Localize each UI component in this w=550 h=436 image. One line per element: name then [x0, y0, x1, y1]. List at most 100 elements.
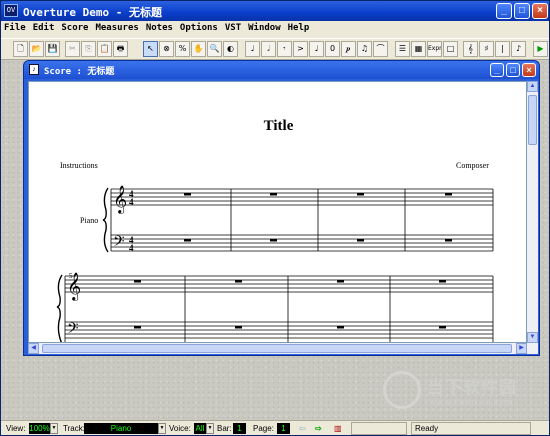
back-arrow-icon[interactable]: ⇦: [299, 424, 306, 433]
arrow-select-icon[interactable]: ↖: [143, 41, 158, 57]
quarter-rest-icon[interactable]: ♩: [309, 41, 324, 57]
score-close-button[interactable]: ×: [522, 63, 536, 77]
scroll-up-icon[interactable]: ▲: [527, 81, 538, 92]
grand-staff-brace: [102, 187, 109, 253]
menu-file[interactable]: File: [1, 21, 30, 33]
system1-barlines: [110, 189, 494, 251]
time-signature: 44 44: [129, 189, 134, 253]
box-icon[interactable]: □: [443, 41, 458, 57]
forward-arrow-icon[interactable]: ⇨: [315, 424, 322, 433]
scroll-down-icon[interactable]: ▼: [527, 332, 538, 343]
close-button[interactable]: ×: [532, 3, 548, 19]
percent-icon[interactable]: %: [175, 41, 190, 57]
bar-label: Bar:: [217, 424, 232, 433]
score-maximize-button[interactable]: □: [506, 63, 520, 77]
circle-x-icon[interactable]: ⊗: [159, 41, 174, 57]
speaker-icon[interactable]: ◐: [223, 41, 238, 57]
toolbar: 🗋 📂 💾 ✂ ⎘ 📋 🖶 ↖ ⊗ % ✋ 🔍 ◐ ♩ 𝅗𝅥 𝄾 > ♩ 0 𝆏…: [1, 38, 549, 60]
save-disk-icon[interactable]: 💾: [45, 41, 60, 57]
menu-options[interactable]: Options: [177, 21, 222, 33]
page-label: Page:: [253, 424, 274, 433]
beamed-notes-icon[interactable]: ♫: [357, 41, 372, 57]
voice-dropdown-icon[interactable]: ▼: [206, 423, 214, 434]
whole-rests-system2: [134, 280, 446, 329]
menu-measures[interactable]: Measures: [92, 21, 142, 33]
dynamics-p-icon[interactable]: 𝆏: [341, 41, 356, 57]
watermark: 当下软件园 www.downxia.com: [383, 371, 533, 415]
staff-notation[interactable]: 𝄞 𝄢 44 44 𝄞 𝄢: [29, 82, 527, 343]
score-window-title: Score : 无标题: [44, 67, 115, 77]
status-bar: View: 100% ▼ Track: Piano ▼ Voice: All ▼…: [1, 420, 549, 435]
treble-clef-icon: 𝄞: [67, 272, 81, 301]
score-minimize-button[interactable]: _: [490, 63, 504, 77]
page-field[interactable]: 1: [277, 423, 290, 434]
menu-bar: File Edit Score Measures Notes Options VST Wind…: [1, 21, 549, 38]
maximize-button[interactable]: □: [514, 3, 530, 19]
bar-field[interactable]: 1: [233, 423, 246, 434]
menu-help[interactable]: Help: [285, 21, 314, 33]
vertical-scrollbar[interactable]: ▲ ▼: [527, 81, 538, 343]
staff-lines-icon[interactable]: ☰: [395, 41, 410, 57]
system2-barlines: [64, 276, 494, 342]
watermark-logo-icon: [383, 371, 421, 409]
score-page[interactable]: Title Instructions Composer Piano 5 𝄞 𝄢 …: [28, 81, 527, 343]
treble-staff: [111, 188, 493, 206]
eighth-rest-icon[interactable]: 𝄾: [277, 41, 292, 57]
view-dropdown-icon[interactable]: ▼: [50, 423, 58, 434]
zoom-magnifier-icon[interactable]: 🔍: [207, 41, 222, 57]
menu-edit[interactable]: Edit: [30, 21, 59, 33]
bass-clef-icon: 𝄢: [67, 320, 79, 341]
title-bar[interactable]: OV Overture Demo - 无标题 _ □ ×: [1, 1, 549, 21]
cut-icon[interactable]: ✂: [65, 41, 80, 57]
keyboard-icon[interactable]: ▥: [334, 424, 342, 433]
play-icon[interactable]: ▶: [533, 41, 548, 57]
quarter-note-icon[interactable]: ♩: [245, 41, 260, 57]
svg-text:4: 4: [129, 243, 134, 253]
sharp-flat-icon[interactable]: ♯: [479, 41, 494, 57]
view-zoom-field[interactable]: 100%: [29, 423, 50, 434]
treble-clef-icon: 𝄞: [113, 185, 127, 214]
minimize-button[interactable]: _: [496, 3, 512, 19]
hand-icon[interactable]: ✋: [191, 41, 206, 57]
view-label: View:: [6, 424, 26, 433]
zero-icon[interactable]: 0: [325, 41, 340, 57]
treble-clef-icon[interactable]: 𝄞: [463, 41, 478, 57]
app-icon[interactable]: OV: [4, 4, 18, 17]
menu-notes[interactable]: Notes: [143, 21, 177, 33]
print-icon[interactable]: 🖶: [113, 41, 128, 57]
expression-icon[interactable]: Expr: [427, 41, 442, 57]
scroll-left-icon[interactable]: ◀: [28, 343, 39, 354]
svg-text:4: 4: [129, 197, 134, 207]
open-folder-icon[interactable]: 📂: [29, 41, 44, 57]
half-note-icon[interactable]: 𝅗𝅥: [261, 41, 276, 57]
menu-window[interactable]: Window: [245, 21, 285, 33]
vertical-scroll-thumb[interactable]: [528, 95, 537, 145]
barline-icon[interactable]: |: [495, 41, 510, 57]
horizontal-scrollbar[interactable]: ◀ ▶: [28, 343, 538, 354]
accent-icon[interactable]: >: [293, 41, 308, 57]
horizontal-scroll-thumb[interactable]: [42, 344, 512, 353]
scroll-right-icon[interactable]: ▶: [516, 343, 527, 354]
bass-clef-icon: 𝄢: [113, 233, 125, 254]
score-document-icon[interactable]: ♪: [29, 64, 39, 75]
app-window: OV Overture Demo - 无标题 _ □ × File Edit Sco…: [0, 0, 550, 436]
voice-note-icon[interactable]: ♪: [511, 41, 526, 57]
status-text: Ready: [411, 422, 531, 435]
copy-icon[interactable]: ⎘: [81, 41, 96, 57]
grid-icon[interactable]: ▦: [411, 41, 426, 57]
score-window-titlebar[interactable]: ♪ Score : 无标题 _ □ ×: [24, 61, 539, 79]
bass-staff: [111, 234, 493, 252]
watermark-brand: 当下软件园: [427, 378, 517, 398]
voice-field[interactable]: All: [194, 423, 206, 434]
paste-icon[interactable]: 📋: [97, 41, 112, 57]
new-file-icon[interactable]: 🗋: [13, 41, 28, 57]
track-field[interactable]: Piano: [84, 423, 158, 434]
track-dropdown-icon[interactable]: ▼: [158, 423, 166, 434]
menu-score[interactable]: Score: [58, 21, 92, 33]
status-empty-panel: [351, 422, 407, 435]
menu-vst[interactable]: VST: [222, 21, 245, 33]
score-window: ♪ Score : 无标题 _ □ × Title Instructions C…: [23, 60, 540, 356]
slur-icon[interactable]: ⌒: [373, 41, 388, 57]
voice-label: Voice:: [169, 424, 191, 433]
track-label: Track:: [63, 424, 85, 433]
